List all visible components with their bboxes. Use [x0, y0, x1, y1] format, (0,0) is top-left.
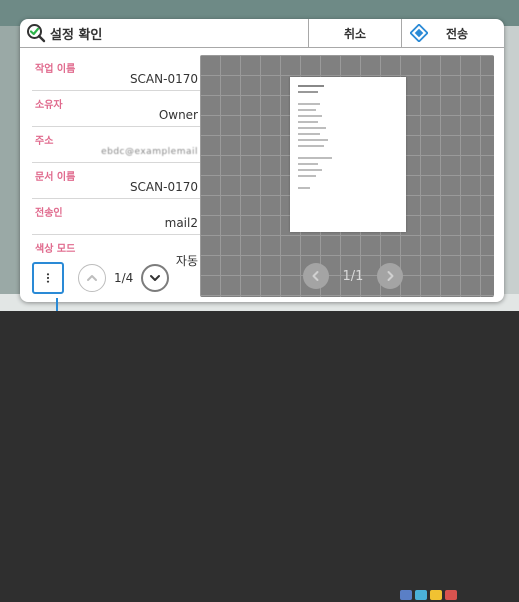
- status-icon: [415, 590, 427, 600]
- info-row-sender: 전송인 mail2: [32, 199, 200, 235]
- info-page-indicator: 1/4: [114, 271, 134, 285]
- preview-prev-button[interactable]: [303, 263, 329, 289]
- send-button[interactable]: 전송: [402, 19, 504, 47]
- info-label: 문서 이름: [35, 172, 76, 183]
- settings-info-list: 작업 이름 SCAN-0170 소유자 Owner 주소 ebdc@exampl…: [32, 55, 200, 268]
- chevron-down-icon: [150, 275, 161, 281]
- info-label: 작업 이름: [35, 64, 76, 75]
- dialog-title-area: 설정 확인: [20, 19, 309, 47]
- thumbnail-content: [298, 85, 398, 193]
- status-icon: [430, 590, 442, 600]
- info-label: 색상 모드: [35, 244, 76, 255]
- cancel-button[interactable]: 취소: [309, 19, 402, 47]
- scroll-down-button[interactable]: [141, 264, 170, 292]
- info-value: mail2: [164, 216, 198, 230]
- status-icon: [445, 590, 457, 600]
- info-value: Owner: [158, 108, 198, 122]
- info-label: 소유자: [35, 100, 63, 111]
- dialog-titlebar: 설정 확인 취소 전송: [20, 19, 504, 48]
- info-pagination-bar: 1/4: [32, 259, 200, 297]
- info-row-job-name: 작업 이름 SCAN-0170: [32, 55, 200, 91]
- send-diamond-icon: [410, 24, 428, 42]
- info-row-document-name: 문서 이름 SCAN-0170: [32, 163, 200, 199]
- info-value: SCAN-0170: [129, 180, 198, 194]
- status-icon: [400, 590, 412, 600]
- check-magnifier-icon: [27, 24, 46, 43]
- callout-pointer: [56, 298, 58, 311]
- status-icons: [400, 590, 457, 602]
- info-row-owner: 소유자 Owner: [32, 91, 200, 127]
- info-value-address: ebdc@examplemail: [101, 147, 198, 157]
- info-label: 주소: [35, 136, 54, 147]
- preview-next-button[interactable]: [376, 263, 403, 289]
- send-label: 전송: [446, 26, 469, 41]
- more-vertical-icon: [46, 273, 50, 283]
- background-right-panel: [503, 26, 519, 296]
- chevron-up-icon: [87, 275, 97, 281]
- background-sidebar: [0, 26, 22, 296]
- dialog-title: 설정 확인: [50, 27, 103, 43]
- preview-pagination: 1/1: [303, 261, 403, 291]
- preview-page-indicator: 1/1: [342, 268, 364, 284]
- scroll-up-button[interactable]: [78, 264, 106, 292]
- info-row-address: 주소 ebdc@examplemail: [32, 127, 200, 163]
- scan-preview-panel: 1/1: [200, 55, 494, 297]
- chevron-left-icon: [312, 271, 319, 281]
- chevron-right-icon: [387, 271, 394, 281]
- info-label: 전송인: [35, 208, 63, 219]
- settings-confirm-dialog: 설정 확인 취소 전송 작업 이름 SCAN-0170 소유자 Owner 주소…: [20, 19, 504, 302]
- page-thumbnail: [290, 77, 406, 232]
- info-value: SCAN-0170: [129, 72, 198, 86]
- more-menu-button[interactable]: [32, 262, 64, 294]
